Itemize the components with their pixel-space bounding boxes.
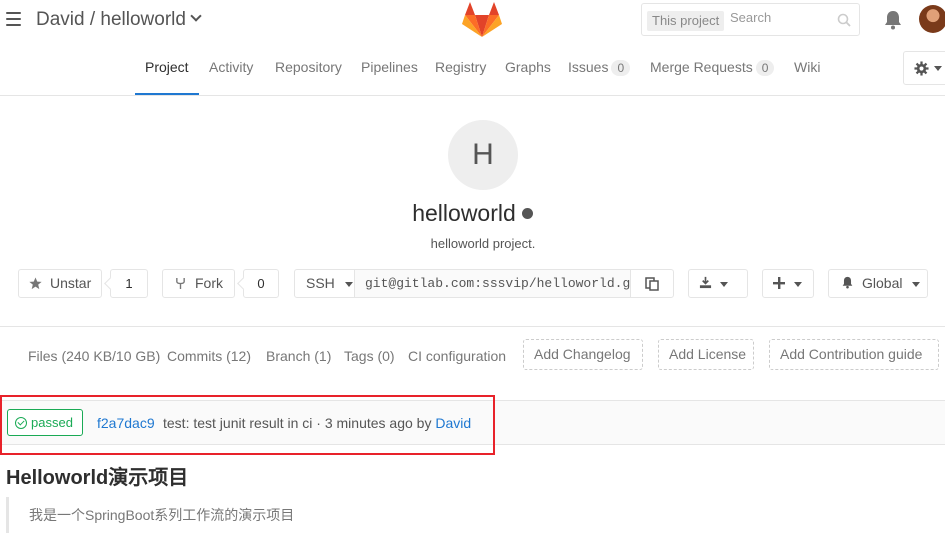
user-avatar[interactable] xyxy=(919,5,945,33)
fork-count[interactable]: 0 xyxy=(243,269,279,298)
gitlab-logo[interactable] xyxy=(462,2,502,38)
project-stats-bar: Files (240 KB/10 GB) Commits (12) Branch… xyxy=(0,326,945,384)
files-link[interactable]: Files (240 KB/10 GB) xyxy=(28,348,160,364)
readme-heading: Helloworld演示项目 xyxy=(6,467,189,489)
tab-repository[interactable]: Repository xyxy=(275,59,342,75)
chevron-down-icon xyxy=(912,281,921,287)
unstar-button[interactable]: Unstar xyxy=(18,269,102,298)
add-changelog-button[interactable]: Add Changelog xyxy=(523,339,643,370)
notification-label: Global xyxy=(862,275,903,291)
commit-sha-link[interactable]: f2a7dac9 xyxy=(97,415,155,431)
clone-url-field[interactable]: git@gitlab.com:sssvip/helloworld.git xyxy=(355,269,631,298)
tab-pipelines[interactable]: Pipelines xyxy=(361,59,418,75)
issues-count-badge: 0 xyxy=(611,60,631,76)
tab-graphs[interactable]: Graphs xyxy=(505,59,551,75)
tab-wiki[interactable]: Wiki xyxy=(794,59,820,75)
readme-blockquote: 我是一个SpringBoot系列工作流的演示项目 xyxy=(6,497,606,533)
commit-author-link[interactable]: David xyxy=(435,415,471,431)
notification-settings-button[interactable]: Global xyxy=(828,269,928,298)
tags-link[interactable]: Tags (0) xyxy=(344,348,395,364)
tab-registry[interactable]: Registry xyxy=(435,59,486,75)
latest-commit-bar: passed f2a7dac9 test: test junit result … xyxy=(0,400,945,445)
settings-button[interactable] xyxy=(903,51,945,85)
globe-icon xyxy=(521,208,533,220)
add-new-button[interactable] xyxy=(762,269,814,298)
add-contribution-guide-button[interactable]: Add Contribution guide xyxy=(769,339,939,370)
gear-icon xyxy=(914,61,929,76)
chevron-down-icon xyxy=(344,281,353,287)
commit-message: test: test junit result in ci · 3 minute… xyxy=(163,415,471,431)
clipboard-icon xyxy=(645,277,659,291)
add-license-button[interactable]: Add License xyxy=(658,339,754,370)
search-scope-label: This project xyxy=(647,11,725,31)
fork-icon xyxy=(176,277,185,289)
chevron-down-icon xyxy=(794,281,802,287)
bell-icon xyxy=(842,276,853,289)
fork-button[interactable]: Fork xyxy=(162,269,235,298)
breadcrumb[interactable]: David / helloworld xyxy=(36,9,202,31)
search-input[interactable] xyxy=(730,10,830,25)
download-icon xyxy=(699,276,712,288)
project-avatar: H xyxy=(448,120,518,190)
tab-issues[interactable]: Issues 0 xyxy=(568,59,631,76)
branch-link[interactable]: Branch (1) xyxy=(266,348,331,364)
project-title: helloworld xyxy=(0,200,945,227)
copy-url-button[interactable] xyxy=(630,269,674,298)
tab-project[interactable]: Project xyxy=(145,59,189,75)
plus-icon xyxy=(773,277,785,290)
fork-label: Fork xyxy=(195,275,223,291)
top-bar: David / helloworld This project xyxy=(0,0,945,40)
project-name: helloworld xyxy=(412,200,516,226)
tab-activity[interactable]: Activity xyxy=(209,59,253,75)
tab-issues-label: Issues xyxy=(568,59,609,75)
menu-icon[interactable] xyxy=(6,12,21,26)
active-tab-indicator xyxy=(135,93,199,95)
project-nav: Project Activity Repository Pipelines Re… xyxy=(0,40,945,96)
ci-status-label: passed xyxy=(31,415,73,430)
project-description: helloworld project. xyxy=(430,236,536,251)
merge-requests-count-badge: 0 xyxy=(755,60,775,76)
tab-merge-requests[interactable]: Merge Requests 0 xyxy=(650,59,775,76)
commit-message-text: test: test junit result in ci · 3 minute… xyxy=(163,415,436,431)
search-box[interactable]: This project xyxy=(641,3,860,36)
unstar-label: Unstar xyxy=(50,275,92,291)
chevron-down-icon xyxy=(720,281,728,287)
commits-link[interactable]: Commits (12) xyxy=(167,348,251,364)
ci-configuration-link[interactable]: CI configuration xyxy=(408,348,506,364)
check-circle-icon xyxy=(15,416,27,429)
bell-icon[interactable] xyxy=(882,9,904,31)
chevron-down-icon[interactable] xyxy=(190,10,202,22)
star-count[interactable]: 1 xyxy=(110,269,148,298)
download-button[interactable] xyxy=(688,269,748,298)
star-icon xyxy=(29,277,42,289)
clone-protocol-label: SSH xyxy=(306,275,335,291)
tab-merge-requests-label: Merge Requests xyxy=(650,59,753,75)
search-icon xyxy=(837,13,851,27)
clone-protocol-select[interactable]: SSH xyxy=(294,269,355,298)
ci-status-badge[interactable]: passed xyxy=(7,409,83,436)
chevron-down-icon xyxy=(934,66,942,71)
breadcrumb-text[interactable]: David / helloworld xyxy=(36,9,186,30)
